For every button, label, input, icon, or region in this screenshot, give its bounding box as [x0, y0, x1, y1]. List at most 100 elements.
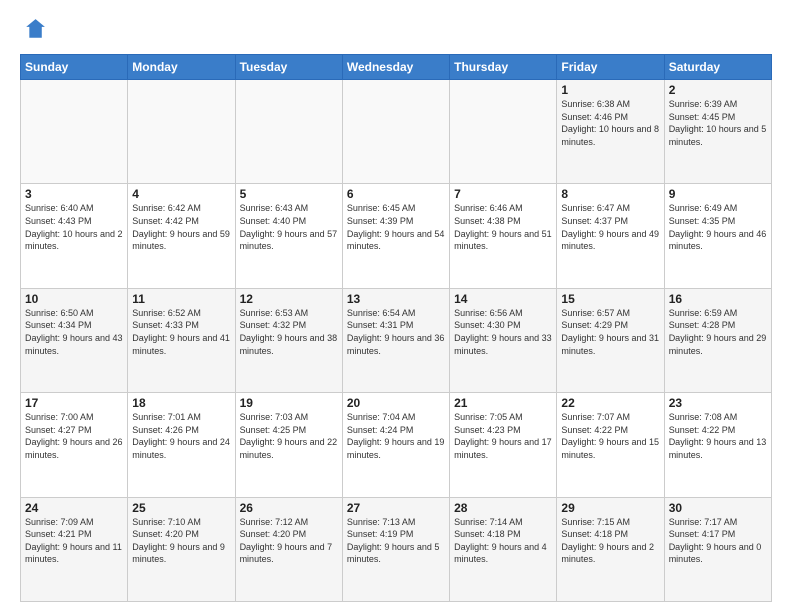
- calendar-cell: 23Sunrise: 7:08 AM Sunset: 4:22 PM Dayli…: [664, 393, 771, 497]
- day-info: Sunrise: 6:50 AM Sunset: 4:34 PM Dayligh…: [25, 307, 123, 357]
- day-number: 25: [132, 501, 230, 515]
- day-number: 19: [240, 396, 338, 410]
- day-number: 18: [132, 396, 230, 410]
- calendar-header-row: SundayMondayTuesdayWednesdayThursdayFrid…: [21, 55, 772, 80]
- day-number: 30: [669, 501, 767, 515]
- calendar-cell: 22Sunrise: 7:07 AM Sunset: 4:22 PM Dayli…: [557, 393, 664, 497]
- logo: [20, 16, 52, 44]
- day-number: 20: [347, 396, 445, 410]
- day-number: 4: [132, 187, 230, 201]
- day-number: 12: [240, 292, 338, 306]
- calendar-cell: 10Sunrise: 6:50 AM Sunset: 4:34 PM Dayli…: [21, 288, 128, 392]
- day-info: Sunrise: 7:07 AM Sunset: 4:22 PM Dayligh…: [561, 411, 659, 461]
- calendar-cell: 29Sunrise: 7:15 AM Sunset: 4:18 PM Dayli…: [557, 497, 664, 601]
- day-number: 14: [454, 292, 552, 306]
- day-info: Sunrise: 6:46 AM Sunset: 4:38 PM Dayligh…: [454, 202, 552, 252]
- day-info: Sunrise: 6:39 AM Sunset: 4:45 PM Dayligh…: [669, 98, 767, 148]
- calendar-cell: 8Sunrise: 6:47 AM Sunset: 4:37 PM Daylig…: [557, 184, 664, 288]
- day-info: Sunrise: 6:47 AM Sunset: 4:37 PM Dayligh…: [561, 202, 659, 252]
- calendar-week-row: 10Sunrise: 6:50 AM Sunset: 4:34 PM Dayli…: [21, 288, 772, 392]
- calendar-cell: 11Sunrise: 6:52 AM Sunset: 4:33 PM Dayli…: [128, 288, 235, 392]
- calendar-weekday-friday: Friday: [557, 55, 664, 80]
- day-number: 22: [561, 396, 659, 410]
- calendar-cell: 1Sunrise: 6:38 AM Sunset: 4:46 PM Daylig…: [557, 80, 664, 184]
- calendar-cell: 5Sunrise: 6:43 AM Sunset: 4:40 PM Daylig…: [235, 184, 342, 288]
- calendar-cell: 16Sunrise: 6:59 AM Sunset: 4:28 PM Dayli…: [664, 288, 771, 392]
- day-info: Sunrise: 6:40 AM Sunset: 4:43 PM Dayligh…: [25, 202, 123, 252]
- day-number: 26: [240, 501, 338, 515]
- day-number: 16: [669, 292, 767, 306]
- day-info: Sunrise: 7:13 AM Sunset: 4:19 PM Dayligh…: [347, 516, 445, 566]
- day-number: 10: [25, 292, 123, 306]
- day-number: 1: [561, 83, 659, 97]
- day-info: Sunrise: 6:38 AM Sunset: 4:46 PM Dayligh…: [561, 98, 659, 148]
- calendar-cell: 25Sunrise: 7:10 AM Sunset: 4:20 PM Dayli…: [128, 497, 235, 601]
- day-info: Sunrise: 6:42 AM Sunset: 4:42 PM Dayligh…: [132, 202, 230, 252]
- day-info: Sunrise: 7:08 AM Sunset: 4:22 PM Dayligh…: [669, 411, 767, 461]
- calendar-cell: 13Sunrise: 6:54 AM Sunset: 4:31 PM Dayli…: [342, 288, 449, 392]
- day-info: Sunrise: 6:53 AM Sunset: 4:32 PM Dayligh…: [240, 307, 338, 357]
- day-number: 11: [132, 292, 230, 306]
- calendar-cell: [21, 80, 128, 184]
- day-info: Sunrise: 7:09 AM Sunset: 4:21 PM Dayligh…: [25, 516, 123, 566]
- day-info: Sunrise: 7:17 AM Sunset: 4:17 PM Dayligh…: [669, 516, 767, 566]
- day-number: 3: [25, 187, 123, 201]
- calendar-cell: 9Sunrise: 6:49 AM Sunset: 4:35 PM Daylig…: [664, 184, 771, 288]
- calendar-week-row: 24Sunrise: 7:09 AM Sunset: 4:21 PM Dayli…: [21, 497, 772, 601]
- day-info: Sunrise: 7:05 AM Sunset: 4:23 PM Dayligh…: [454, 411, 552, 461]
- day-info: Sunrise: 6:56 AM Sunset: 4:30 PM Dayligh…: [454, 307, 552, 357]
- day-info: Sunrise: 7:01 AM Sunset: 4:26 PM Dayligh…: [132, 411, 230, 461]
- calendar-weekday-saturday: Saturday: [664, 55, 771, 80]
- calendar-table: SundayMondayTuesdayWednesdayThursdayFrid…: [20, 54, 772, 602]
- day-info: Sunrise: 6:49 AM Sunset: 4:35 PM Dayligh…: [669, 202, 767, 252]
- calendar-cell: 15Sunrise: 6:57 AM Sunset: 4:29 PM Dayli…: [557, 288, 664, 392]
- calendar-cell: 3Sunrise: 6:40 AM Sunset: 4:43 PM Daylig…: [21, 184, 128, 288]
- day-number: 29: [561, 501, 659, 515]
- day-number: 5: [240, 187, 338, 201]
- logo-icon: [20, 16, 48, 44]
- day-number: 8: [561, 187, 659, 201]
- calendar-weekday-monday: Monday: [128, 55, 235, 80]
- day-info: Sunrise: 6:59 AM Sunset: 4:28 PM Dayligh…: [669, 307, 767, 357]
- calendar-cell: 20Sunrise: 7:04 AM Sunset: 4:24 PM Dayli…: [342, 393, 449, 497]
- calendar-cell: 7Sunrise: 6:46 AM Sunset: 4:38 PM Daylig…: [450, 184, 557, 288]
- day-info: Sunrise: 6:57 AM Sunset: 4:29 PM Dayligh…: [561, 307, 659, 357]
- calendar-weekday-wednesday: Wednesday: [342, 55, 449, 80]
- calendar-cell: [235, 80, 342, 184]
- day-info: Sunrise: 6:54 AM Sunset: 4:31 PM Dayligh…: [347, 307, 445, 357]
- header: [20, 16, 772, 44]
- day-info: Sunrise: 6:52 AM Sunset: 4:33 PM Dayligh…: [132, 307, 230, 357]
- day-info: Sunrise: 6:45 AM Sunset: 4:39 PM Dayligh…: [347, 202, 445, 252]
- calendar-week-row: 3Sunrise: 6:40 AM Sunset: 4:43 PM Daylig…: [21, 184, 772, 288]
- day-info: Sunrise: 7:14 AM Sunset: 4:18 PM Dayligh…: [454, 516, 552, 566]
- calendar-cell: 17Sunrise: 7:00 AM Sunset: 4:27 PM Dayli…: [21, 393, 128, 497]
- day-number: 7: [454, 187, 552, 201]
- day-number: 24: [25, 501, 123, 515]
- calendar-week-row: 17Sunrise: 7:00 AM Sunset: 4:27 PM Dayli…: [21, 393, 772, 497]
- calendar-cell: 30Sunrise: 7:17 AM Sunset: 4:17 PM Dayli…: [664, 497, 771, 601]
- day-number: 6: [347, 187, 445, 201]
- day-info: Sunrise: 6:43 AM Sunset: 4:40 PM Dayligh…: [240, 202, 338, 252]
- day-number: 28: [454, 501, 552, 515]
- calendar-cell: 26Sunrise: 7:12 AM Sunset: 4:20 PM Dayli…: [235, 497, 342, 601]
- page: SundayMondayTuesdayWednesdayThursdayFrid…: [0, 0, 792, 612]
- day-info: Sunrise: 7:12 AM Sunset: 4:20 PM Dayligh…: [240, 516, 338, 566]
- day-number: 15: [561, 292, 659, 306]
- day-number: 21: [454, 396, 552, 410]
- calendar-weekday-sunday: Sunday: [21, 55, 128, 80]
- day-info: Sunrise: 7:04 AM Sunset: 4:24 PM Dayligh…: [347, 411, 445, 461]
- calendar-weekday-tuesday: Tuesday: [235, 55, 342, 80]
- calendar-cell: 12Sunrise: 6:53 AM Sunset: 4:32 PM Dayli…: [235, 288, 342, 392]
- day-number: 27: [347, 501, 445, 515]
- day-number: 17: [25, 396, 123, 410]
- calendar-cell: 27Sunrise: 7:13 AM Sunset: 4:19 PM Dayli…: [342, 497, 449, 601]
- day-number: 13: [347, 292, 445, 306]
- calendar-cell: 14Sunrise: 6:56 AM Sunset: 4:30 PM Dayli…: [450, 288, 557, 392]
- calendar-cell: 4Sunrise: 6:42 AM Sunset: 4:42 PM Daylig…: [128, 184, 235, 288]
- day-info: Sunrise: 7:15 AM Sunset: 4:18 PM Dayligh…: [561, 516, 659, 566]
- calendar-cell: 18Sunrise: 7:01 AM Sunset: 4:26 PM Dayli…: [128, 393, 235, 497]
- calendar-cell: [342, 80, 449, 184]
- calendar-weekday-thursday: Thursday: [450, 55, 557, 80]
- day-number: 23: [669, 396, 767, 410]
- day-info: Sunrise: 7:00 AM Sunset: 4:27 PM Dayligh…: [25, 411, 123, 461]
